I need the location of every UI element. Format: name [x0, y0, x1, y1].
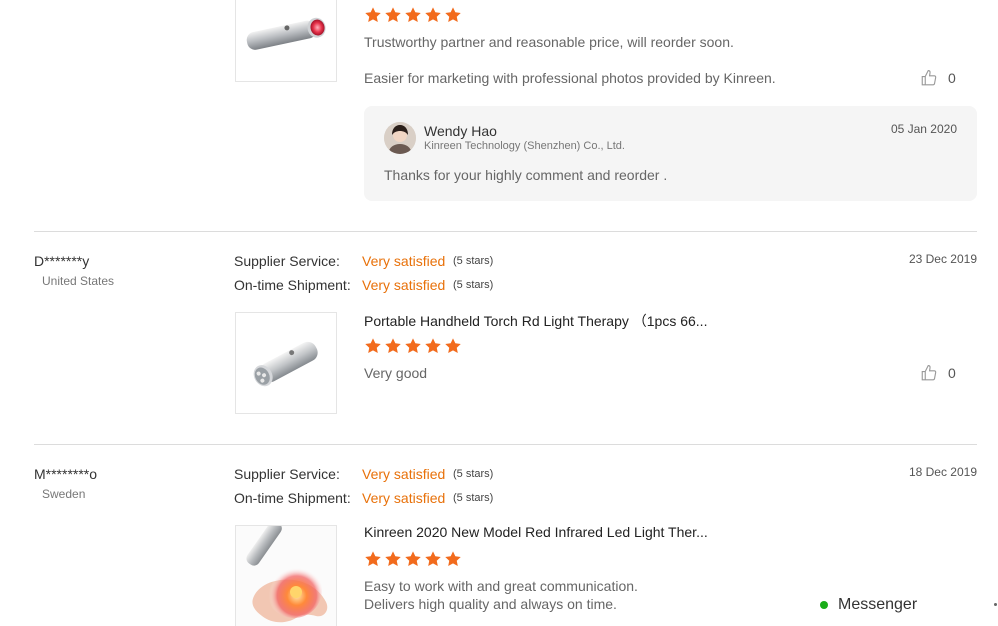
reply-company: Kinreen Technology (Shenzhen) Co., Ltd. — [424, 140, 625, 152]
reply-date: 05 Jan 2020 — [890, 122, 957, 136]
product-title-link[interactable]: Kinreen 2020 New Model Red Infrared Led … — [364, 524, 708, 540]
on-time-shipment-stars: (5 stars) — [453, 279, 494, 291]
torch-silver-image — [253, 341, 318, 387]
star-icon — [384, 6, 402, 24]
product-title-link[interactable]: Portable Handheld Torch Rd Light Therapy… — [364, 311, 707, 331]
review-divider — [34, 444, 977, 445]
star-icon — [364, 337, 382, 355]
supplier-service-stars: (5 stars) — [453, 255, 494, 267]
star-icon — [364, 6, 382, 24]
like-count: 0 — [948, 70, 956, 86]
supplier-reply: Wendy Hao Kinreen Technology (Shenzhen) … — [364, 106, 977, 201]
product-thumbnail-3[interactable] — [235, 525, 337, 626]
product-thumbnail-1[interactable] — [235, 0, 337, 82]
star-icon — [424, 337, 442, 355]
star-icon — [424, 6, 442, 24]
star-icon — [384, 337, 402, 355]
star-icon — [444, 337, 462, 355]
review-comment: Easy to work with and great communicatio… — [364, 578, 638, 594]
rating-stars-1 — [364, 6, 462, 24]
star-icon — [404, 337, 422, 355]
messenger-label: Messenger — [838, 596, 918, 613]
supplier-service-label: Supplier Service: — [234, 253, 340, 269]
reviewer-name: M********o — [34, 466, 98, 482]
product-thumbnail-2[interactable] — [235, 312, 337, 414]
reviewer-country: United States — [42, 274, 115, 288]
reply-author: Wendy Hao — [424, 123, 497, 139]
star-icon — [444, 550, 462, 568]
dot-icon — [994, 603, 997, 606]
star-icon — [404, 6, 422, 24]
online-status-icon — [820, 601, 828, 609]
supplier-service-label: Supplier Service: — [234, 466, 340, 482]
reviewer-country: Sweden — [42, 487, 86, 501]
star-icon — [384, 550, 402, 568]
review-date: 23 Dec 2019 — [908, 252, 977, 266]
like-button[interactable]: 0 — [920, 69, 956, 87]
reviews-page: Trustworthy partner and reasonable price… — [0, 0, 998, 626]
supplier-service-stars: (5 stars) — [453, 468, 494, 480]
on-time-shipment-stars: (5 stars) — [453, 492, 494, 504]
supplier-service-value: Very satisfied — [362, 253, 446, 269]
messenger-button[interactable]: Messenger — [820, 596, 917, 614]
on-time-shipment-value: Very satisfied — [362, 490, 446, 506]
thumbs-up-icon — [921, 364, 937, 381]
reply-text: Thanks for your highly comment and reord… — [384, 167, 668, 183]
review-date: 18 Dec 2019 — [908, 465, 977, 479]
star-icon — [444, 6, 462, 24]
like-count: 0 — [948, 365, 956, 381]
on-time-shipment-value: Very satisfied — [362, 277, 446, 293]
like-button[interactable]: 0 — [920, 364, 956, 382]
star-icon — [424, 550, 442, 568]
thumbs-up-icon — [921, 69, 937, 86]
on-time-shipment-label: On-time Shipment: — [234, 490, 351, 506]
review-divider — [34, 231, 977, 232]
torch-red-image — [246, 17, 326, 50]
review-comment: Very good — [364, 365, 428, 381]
rating-stars-3 — [364, 550, 462, 568]
star-icon — [364, 550, 382, 568]
reviewer-name: D*******y — [34, 253, 90, 269]
supplier-service-value: Very satisfied — [362, 466, 446, 482]
review-comment: Delivers high quality and always on time… — [364, 596, 617, 612]
review-comment: Easier for marketing with professional p… — [364, 70, 776, 86]
star-icon — [404, 550, 422, 568]
on-time-shipment-label: On-time Shipment: — [234, 277, 351, 293]
review-comment: Trustworthy partner and reasonable price… — [364, 34, 734, 50]
avatar — [384, 122, 416, 154]
rating-stars-2 — [364, 337, 462, 355]
hand-light-therapy-image — [236, 526, 336, 626]
